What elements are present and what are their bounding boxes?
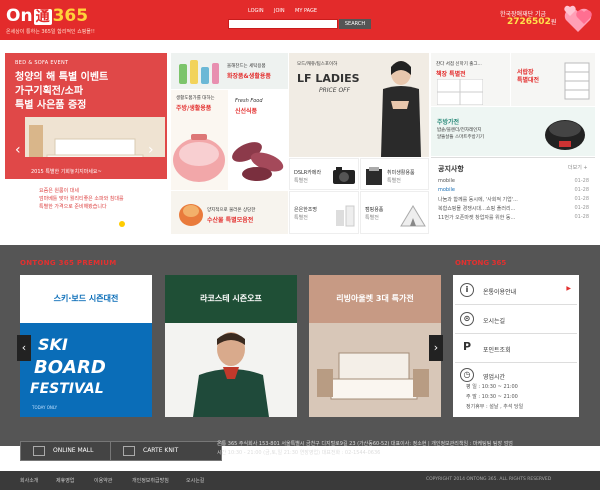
company-address: 온통 365 주식회사 153-801 서울특별시 금천구 디지털로9길 23 …	[217, 441, 513, 456]
point-icon: P	[460, 341, 474, 355]
footer-link-terms[interactable]: 이용약관	[94, 477, 112, 484]
notice-item[interactable]: 나눔과 함께를 동시에, '사회적 기업'... 01-28	[438, 196, 593, 205]
camera-icon	[333, 167, 355, 184]
carte-knit-button[interactable]: CARTE KNIT	[110, 441, 222, 461]
banner-tag: BED & SOFA EVENT	[15, 60, 69, 66]
promo-drawer[interactable]: 서랍장 특별대전	[511, 53, 595, 106]
ontong365-title: ONTONG 365	[455, 259, 507, 267]
banner-dot-4[interactable]	[146, 221, 152, 227]
banner-desc: 요즘은 원룸이 대세 엄마베틀 맞아 퀄리티좋은 소파와 침대를 특별한 가격으…	[39, 188, 124, 210]
banner-title: 청양의 해 특별 이벤트 가구기획전/소파 특별 사은품 증정	[15, 72, 109, 111]
promo-lf-ladies[interactable]: 모드/캐쥬/팀스포이하 LF LADIES PRICE OFF	[289, 53, 429, 157]
notice-title: 공지사항	[438, 165, 464, 173]
footer-link-directions[interactable]: 오시는길	[186, 477, 204, 484]
promo-camping[interactable]: 캠핑용품 특별전	[360, 191, 429, 234]
notice-more-link[interactable]: 더보기 +	[568, 164, 588, 171]
promo-kitchen-appliance[interactable]: 주방가전 밥솥/블렌더/전자레인지 알뜰살뜰 스마트주방기기	[431, 107, 595, 156]
footer-link-about[interactable]: 회사소개	[20, 477, 38, 484]
hours-weekend: 주 말 : 10:30 ~ 21:00	[466, 394, 518, 400]
bedroom-image	[309, 323, 441, 417]
menu-guide[interactable]: i 온통이용안내 ▶	[455, 277, 577, 305]
premium-card-ski[interactable]: 스키·보드 시즌대전 SKI BOARD FESTIVAL TODAY ONLY	[20, 275, 152, 417]
drawer-image	[564, 62, 590, 100]
hours-weekday: 평 일 : 10:30 ~ 21:00	[466, 384, 518, 390]
shop-icon	[123, 446, 135, 456]
search-input[interactable]	[228, 19, 338, 29]
notice-item[interactable]: 11번가 오픈마켓 창업자를 위한 동... 01-28	[438, 214, 593, 223]
main-banner-slider[interactable]: BED & SOFA EVENT 청양의 해 특별 이벤트 가구기획전/소파 특…	[5, 53, 167, 234]
cart-icon	[33, 446, 45, 456]
pot-image	[173, 134, 225, 182]
premium-title: ONTONG 365 PREMIUM	[20, 259, 117, 267]
banner-prev-arrow[interactable]: ‹	[15, 142, 21, 158]
info-icon: i	[460, 283, 474, 297]
rice-cooker-image	[545, 120, 585, 150]
notice-item[interactable]: mobile 01-28	[438, 178, 593, 187]
mypage-link[interactable]: MY PAGE	[295, 8, 317, 14]
lacoste-model-image	[165, 323, 297, 417]
promo-hobby[interactable]: 취미생활용품 특별전	[360, 158, 429, 190]
tent-icon	[400, 205, 426, 227]
hobby-image	[366, 167, 382, 185]
seafood-image	[179, 204, 203, 226]
location-icon: ⊙	[460, 312, 474, 326]
footer-link-partner[interactable]: 제휴영업	[56, 477, 74, 484]
join-link[interactable]: JOIN	[274, 8, 285, 14]
banner-dot-1[interactable]	[119, 221, 125, 227]
search-button[interactable]: SEARCH	[339, 19, 371, 29]
promo-kitchen-goods[interactable]: 생활도품가를 대하는 주방/생활용품	[171, 90, 228, 190]
promo-bookshelf[interactable]: 찬다 서점 신학기 출그... 책장 특별전	[431, 53, 510, 106]
fund-count: 2726502원	[507, 17, 557, 27]
promo-lighting[interactable]: 은은한조명 특별전	[289, 191, 359, 234]
candle-image	[336, 205, 355, 227]
promo-dslr[interactable]: DSLR카메라 특별전	[289, 158, 359, 190]
notice-item[interactable]: 복합쇼핑몰 경쟁시대…쇼핑 플러리... 01-28	[438, 205, 593, 214]
hours-holiday: 정기휴무 : 설날 , 추석 당일	[466, 404, 524, 410]
premium-prev-arrow[interactable]: ‹	[17, 335, 31, 361]
banner-dot-2[interactable]	[128, 221, 134, 227]
cosmetics-image	[179, 60, 219, 84]
ski-festival-image: SKI BOARD FESTIVAL TODAY ONLY	[20, 323, 152, 417]
promo-cosmetics[interactable]: 올해찬드는 세탁용품 화장품&생활용품	[171, 53, 288, 89]
notice-item[interactable]: mobile 01-28	[438, 187, 593, 196]
arrow-right-icon: ▶	[566, 285, 571, 292]
lf-model-image	[381, 61, 421, 157]
bookshelf-image	[437, 79, 483, 105]
login-link[interactable]: LOGIN	[248, 8, 264, 14]
menu-points[interactable]: P 포인트조회	[455, 335, 577, 363]
banner-next-arrow[interactable]: ›	[148, 142, 154, 158]
promo-seafood[interactable]: 양지적으로 물러온 상당한 수산물 특별모음전	[171, 191, 288, 234]
site-logo[interactable]: On 通 365	[6, 6, 96, 26]
clock-icon: ◷	[460, 368, 474, 382]
gift-hearts-icon	[564, 5, 592, 32]
premium-card-lacoste[interactable]: 라코스테 시즌오프	[165, 275, 297, 417]
menu-directions[interactable]: ⊙ 오시는길	[455, 306, 577, 334]
banner-caption: 2015 특별한 기회놓치지마세요~	[31, 169, 102, 175]
promo-fresh-food[interactable]: Fresh Food 신선식품	[229, 90, 288, 190]
sweet-potato-image	[232, 142, 284, 181]
slogan: 온세상이 통하는 365일 합리적인 쇼핑몰!!	[6, 29, 95, 35]
footer-link-privacy[interactable]: 개인정보취급방침	[132, 477, 169, 484]
copyright: COPYRIGHT 2014 ONTONG 365. ALL RIGHTS RE…	[426, 477, 552, 482]
premium-next-arrow[interactable]: ›	[429, 335, 443, 361]
banner-dot-3[interactable]	[137, 221, 143, 227]
premium-card-living[interactable]: 리빙아울렛 3대 특가전	[309, 275, 441, 417]
